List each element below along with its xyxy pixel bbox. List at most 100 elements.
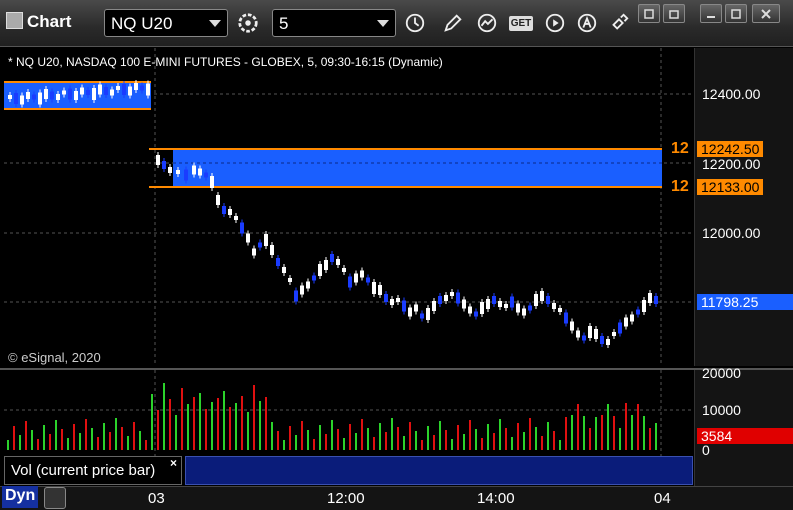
candle-body xyxy=(168,167,172,173)
vol-label-20000: 20000 xyxy=(702,365,741,381)
volume-bar xyxy=(175,415,177,450)
candle-body xyxy=(636,309,640,315)
volume-bar xyxy=(43,425,45,450)
volume-bar xyxy=(319,425,321,450)
volume-bar xyxy=(301,421,303,450)
volume-bar xyxy=(187,404,189,450)
time-axis[interactable] xyxy=(0,486,793,510)
candle-body xyxy=(612,332,616,336)
volume-bar xyxy=(403,436,405,450)
volume-bar xyxy=(193,397,195,450)
volume-bar xyxy=(409,422,411,450)
alert-marker-upper[interactable]: 12 xyxy=(671,140,689,158)
volume-bar xyxy=(625,403,627,450)
volume-bar xyxy=(565,417,567,450)
candle-body xyxy=(184,169,188,181)
time-label-1400: 14:00 xyxy=(477,490,515,507)
price-label-12000: 12000.00 xyxy=(702,225,761,241)
study-label-tab[interactable]: Vol (current price bar) xyxy=(4,456,182,485)
candle-body xyxy=(528,305,532,311)
candle-body xyxy=(156,155,160,165)
dynamic-mode-button[interactable]: Dyn xyxy=(2,486,39,508)
volume-bar xyxy=(271,422,273,450)
volume-bar xyxy=(217,398,219,450)
volume-bar xyxy=(655,423,657,450)
candle-body xyxy=(198,168,202,176)
volume-bar xyxy=(133,422,135,450)
lock-icon[interactable] xyxy=(44,487,66,509)
chart-header: * NQ U20, NASDAQ 100 E-MINI FUTURES - GL… xyxy=(8,55,443,69)
price-label-12200: 12200.00 xyxy=(702,156,761,172)
candle-body xyxy=(324,260,328,270)
volume-bar xyxy=(457,425,459,450)
price-label-12400: 12400.00 xyxy=(702,86,761,102)
candle-body xyxy=(210,176,214,188)
candle-body xyxy=(390,299,394,305)
price-candles xyxy=(8,80,658,348)
candle-body xyxy=(648,293,652,303)
volume-bar xyxy=(109,432,111,450)
volume-bar xyxy=(649,428,651,450)
volume-bar xyxy=(523,432,525,450)
candle-body xyxy=(282,267,286,273)
volume-bar xyxy=(493,433,495,450)
volume-bar xyxy=(253,385,255,450)
volume-bar xyxy=(469,420,471,450)
volume-bar xyxy=(583,416,585,450)
volume-bar xyxy=(307,430,309,450)
candle-body xyxy=(222,206,226,214)
alert-marker-lower[interactable]: 12 xyxy=(671,178,689,196)
volume-bar xyxy=(211,402,213,450)
volume-bar xyxy=(67,438,69,450)
candle-body xyxy=(504,304,508,308)
level-tag-lower: 12133.00 xyxy=(697,179,764,195)
candle-body xyxy=(492,296,496,304)
time-label-03: 03 xyxy=(148,490,165,507)
candle-body xyxy=(306,281,310,289)
candle-body xyxy=(408,307,412,317)
candle-body xyxy=(162,161,166,169)
volume-bar xyxy=(259,401,261,450)
candle-body xyxy=(348,276,352,288)
volume-bar xyxy=(37,439,39,450)
candle-body xyxy=(522,308,526,316)
volume-bar xyxy=(367,428,369,450)
candle-body xyxy=(558,308,562,312)
candle-body xyxy=(624,317,628,327)
time-label-1200: 12:00 xyxy=(327,490,365,507)
candle-body xyxy=(546,296,550,304)
candle-body xyxy=(384,294,388,302)
volume-bar xyxy=(643,416,645,450)
study-close-button[interactable]: × xyxy=(170,456,177,470)
candle-body xyxy=(414,304,418,312)
candle-body xyxy=(252,248,256,256)
volume-bar xyxy=(313,439,315,450)
candle-body xyxy=(426,308,430,320)
volume-bar xyxy=(265,397,267,450)
volume-bar xyxy=(163,383,165,450)
volume-bar xyxy=(595,417,597,450)
volume-bar xyxy=(295,435,297,450)
copyright-text: © eSignal, 2020 xyxy=(8,350,101,365)
zone-right-fill[interactable] xyxy=(173,149,662,187)
candle-body xyxy=(128,86,132,96)
study-parameter-bar[interactable] xyxy=(185,456,693,485)
candle-body xyxy=(420,313,424,319)
candle-body xyxy=(606,339,610,345)
candle-body xyxy=(510,296,514,308)
candle-body xyxy=(450,292,454,296)
level-tag-upper: 12242.50 xyxy=(697,141,764,157)
candle-body xyxy=(56,94,60,100)
volume-bar xyxy=(475,429,477,450)
volume-bar xyxy=(445,430,447,450)
volume-bar xyxy=(571,415,573,450)
candle-body xyxy=(246,233,250,243)
volume-bar xyxy=(361,419,363,450)
candle-body xyxy=(300,285,304,295)
volume-bar xyxy=(289,426,291,450)
candle-body xyxy=(192,165,196,175)
volume-bar xyxy=(199,393,201,450)
volume-bar xyxy=(529,418,531,450)
pane-divider[interactable] xyxy=(0,368,793,370)
candle-body xyxy=(630,314,634,322)
